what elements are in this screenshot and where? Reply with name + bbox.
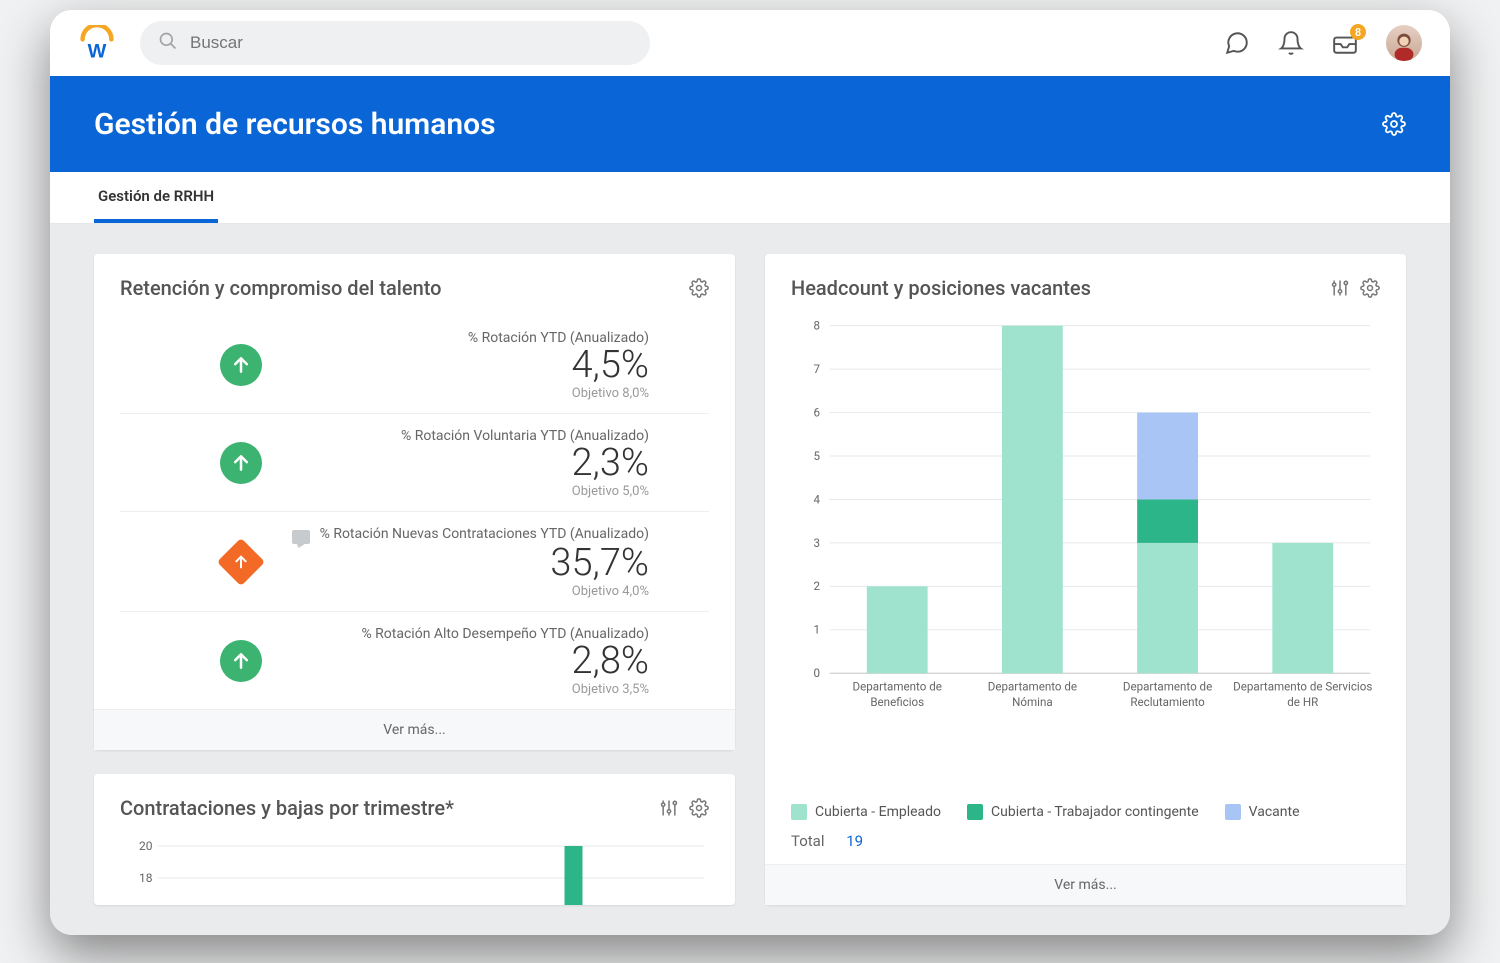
kpi-label: % Rotación Nuevas Contrataciones YTD (An… <box>320 526 649 542</box>
kpi-target: Objetivo 8,0% <box>468 386 649 401</box>
legend-swatch-empleado <box>791 804 807 820</box>
kpi-row[interactable]: % Rotación Alto Desempeño YTD (Anualizad… <box>120 612 709 709</box>
y-tick: 5 <box>813 449 820 463</box>
card-hires-gear-icon[interactable] <box>689 798 709 818</box>
card-hires: Contrataciones y bajas por trimestre* <box>94 774 735 905</box>
x-tick: Departamento de <box>853 680 942 694</box>
card-headcount-gear-icon[interactable] <box>1360 278 1380 298</box>
x-tick: Departamento de Servicios <box>1233 680 1372 694</box>
card-hires-sliders-icon[interactable] <box>659 798 679 818</box>
legend-label: Vacante <box>1249 804 1300 820</box>
y-tick: 0 <box>813 666 820 680</box>
kpi-value: 4,5% <box>468 346 649 386</box>
kpi-text: % Rotación YTD (Anualizado)4,5%Objetivo … <box>468 330 709 401</box>
kpi-text: % Rotación Alto Desempeño YTD (Anualizad… <box>361 626 709 697</box>
app-frame: W 8 <box>50 10 1450 935</box>
tab-row: Gestión de RRHH <box>50 172 1450 224</box>
bell-icon[interactable] <box>1278 30 1304 56</box>
total-label: Total <box>791 832 825 850</box>
bar-segment[interactable] <box>1272 543 1333 673</box>
kpi-target: Objetivo 3,5% <box>361 682 649 697</box>
alert-diamond-icon <box>217 538 265 586</box>
hires-bar[interactable] <box>565 846 583 905</box>
headcount-total: Total 19 <box>765 824 1406 864</box>
y-tick: 2 <box>813 579 820 593</box>
y-tick: 4 <box>813 492 820 506</box>
card-hires-title: Contrataciones y bajas por trimestre* <box>120 796 454 820</box>
topbar-actions: 8 <box>1224 25 1422 61</box>
card-headcount-more[interactable]: Ver más... <box>765 864 1406 905</box>
card-headcount-title: Headcount y posiciones vacantes <box>791 276 1091 300</box>
legend-swatch-contingente <box>967 804 983 820</box>
kpi-text: % Rotación Nuevas Contrataciones YTD (An… <box>292 526 709 599</box>
x-tick: Departamento de <box>988 680 1077 694</box>
kpi-row[interactable]: % Rotación Nuevas Contrataciones YTD (An… <box>120 512 709 612</box>
left-column: Retención y compromiso del talento % Rot… <box>94 254 735 905</box>
legend-contingente[interactable]: Cubierta - Trabajador contingente <box>967 804 1199 820</box>
kpi-value: 2,3% <box>401 444 649 484</box>
legend-swatch-vacante <box>1225 804 1241 820</box>
legend-empleado[interactable]: Cubierta - Empleado <box>791 804 941 820</box>
chat-icon[interactable] <box>1224 30 1250 56</box>
workday-logo[interactable]: W <box>78 24 116 62</box>
avatar[interactable] <box>1386 25 1422 61</box>
inbox-badge: 8 <box>1350 24 1366 40</box>
right-column: Headcount y posiciones vacantes 0 1 2 3 4 5 6 7… <box>765 254 1406 905</box>
y-tick: 6 <box>813 405 820 419</box>
bar-segment[interactable] <box>1002 326 1063 674</box>
arrow-up-icon <box>220 640 262 682</box>
legend-label: Cubierta - Trabajador contingente <box>991 804 1199 820</box>
bar-segment[interactable] <box>1137 499 1198 542</box>
total-value: 19 <box>846 832 863 850</box>
legend-label: Cubierta - Empleado <box>815 804 941 820</box>
header-settings-icon[interactable] <box>1382 112 1406 136</box>
card-retention-title: Retención y compromiso del talento <box>120 276 442 300</box>
arrow-up-icon <box>220 344 262 386</box>
headcount-chart: 012345678Departamento deBeneficiosDepart… <box>765 310 1406 796</box>
card-headcount: Headcount y posiciones vacantes 0 1 2 3 4 5 6 7… <box>765 254 1406 905</box>
kpi-target: Objetivo 4,0% <box>292 584 649 599</box>
y-tick: 7 <box>813 362 820 376</box>
hires-ytick: 20 <box>139 839 153 853</box>
x-tick: de HR <box>1287 695 1318 709</box>
kpi-row[interactable]: % Rotación YTD (Anualizado)4,5%Objetivo … <box>120 316 709 414</box>
card-hires-chart: 20 18 16 <box>94 830 735 905</box>
kpi-value: 35,7% <box>292 544 649 584</box>
search-input[interactable] <box>190 33 632 53</box>
headcount-legend: Cubierta - Empleado Cubierta - Trabajado… <box>765 796 1406 824</box>
bar-segment[interactable] <box>1137 543 1198 673</box>
y-tick: 8 <box>813 319 820 333</box>
hires-ytick: 16 <box>139 903 153 905</box>
comment-icon[interactable] <box>292 530 310 544</box>
y-tick: 3 <box>813 536 820 550</box>
x-tick: Nómina <box>1012 695 1053 709</box>
tab-gestion-rrhh[interactable]: Gestión de RRHH <box>94 187 218 223</box>
x-tick: Departamento de <box>1123 680 1212 694</box>
search-icon <box>158 31 178 55</box>
arrow-up-icon <box>220 442 262 484</box>
card-retention: Retención y compromiso del talento % Rot… <box>94 254 735 750</box>
card-retention-gear-icon[interactable] <box>689 278 709 298</box>
inbox-icon[interactable]: 8 <box>1332 30 1358 56</box>
page-title: Gestión de recursos humanos <box>94 107 496 142</box>
x-tick: Reclutamiento <box>1130 695 1205 709</box>
hires-ytick: 18 <box>139 871 153 885</box>
x-tick: Beneficios <box>870 695 924 709</box>
search-box[interactable] <box>140 21 650 65</box>
kpi-row[interactable]: % Rotación Voluntaria YTD (Anualizado)2,… <box>120 414 709 512</box>
kpi-value: 2,8% <box>361 642 649 682</box>
page-header: Gestión de recursos humanos <box>50 76 1450 172</box>
y-tick: 1 <box>813 623 820 637</box>
legend-vacante[interactable]: Vacante <box>1225 804 1300 820</box>
bar-segment[interactable] <box>867 586 928 673</box>
kpi-text: % Rotación Voluntaria YTD (Anualizado)2,… <box>401 428 709 499</box>
dashboard-content: Retención y compromiso del talento % Rot… <box>50 224 1450 935</box>
svg-text:W: W <box>88 40 107 61</box>
topbar: W 8 <box>50 10 1450 76</box>
card-headcount-sliders-icon[interactable] <box>1330 278 1350 298</box>
card-retention-more[interactable]: Ver más... <box>94 709 735 750</box>
kpi-target: Objetivo 5,0% <box>401 484 649 499</box>
bar-segment[interactable] <box>1137 413 1198 500</box>
